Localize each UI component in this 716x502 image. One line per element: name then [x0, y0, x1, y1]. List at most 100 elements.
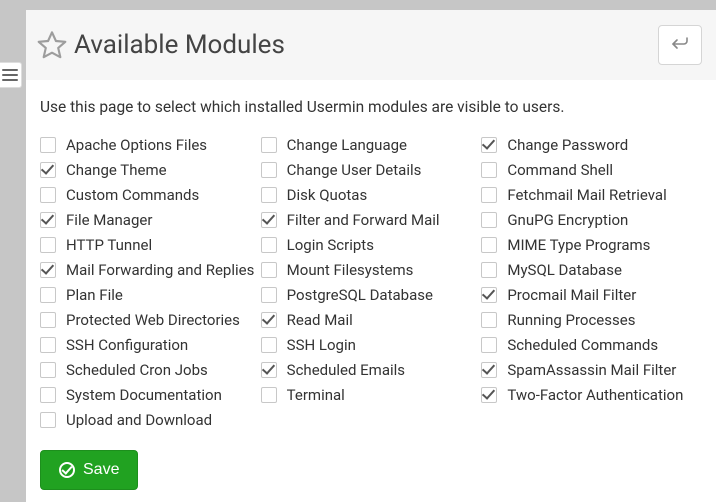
module-checkbox[interactable] [481, 162, 497, 178]
module-label: Disk Quotas [287, 186, 368, 204]
module-checkbox[interactable] [481, 137, 497, 153]
module-row[interactable]: Procmail Mail Filter [481, 282, 702, 307]
module-row[interactable]: Read Mail [261, 307, 482, 332]
module-row[interactable]: Disk Quotas [261, 182, 482, 207]
module-row[interactable]: Fetchmail Mail Retrieval [481, 182, 702, 207]
module-checkbox[interactable] [40, 412, 56, 428]
module-row[interactable]: Scheduled Emails [261, 357, 482, 382]
module-row[interactable]: MIME Type Programs [481, 232, 702, 257]
module-checkbox[interactable] [481, 187, 497, 203]
module-checkbox[interactable] [40, 387, 56, 403]
module-label: Change Language [287, 136, 407, 154]
module-row[interactable]: Scheduled Cron Jobs [40, 357, 261, 382]
module-checkbox[interactable] [481, 362, 497, 378]
module-checkbox[interactable] [40, 287, 56, 303]
module-label: Scheduled Commands [507, 336, 658, 354]
module-checkbox[interactable] [481, 237, 497, 253]
module-column-3: Change Password Command Shell Fetchmail Ma… [481, 132, 702, 432]
check-circle-icon [59, 462, 75, 478]
module-label: Command Shell [507, 161, 613, 179]
module-row[interactable]: Apache Options Files [40, 132, 261, 157]
module-row[interactable]: Scheduled Commands [481, 332, 702, 357]
module-row[interactable]: SSH Login [261, 332, 482, 357]
module-checkbox[interactable] [40, 262, 56, 278]
module-row[interactable]: Change User Details [261, 157, 482, 182]
module-row[interactable]: Custom Commands [40, 182, 261, 207]
module-label: Fetchmail Mail Retrieval [507, 186, 666, 204]
module-label: HTTP Tunnel [66, 236, 152, 254]
module-label: Custom Commands [66, 186, 199, 204]
module-checkbox[interactable] [40, 212, 56, 228]
module-row[interactable]: Filter and Forward Mail [261, 207, 482, 232]
module-label: Plan File [66, 286, 123, 304]
module-checkbox[interactable] [261, 362, 277, 378]
module-row[interactable]: Change Language [261, 132, 482, 157]
module-row[interactable]: MySQL Database [481, 257, 702, 282]
module-row[interactable]: Upload and Download [40, 407, 261, 432]
module-label: PostgreSQL Database [287, 286, 433, 304]
module-column-2: Change Language Change User Details Disk Q… [261, 132, 482, 432]
module-checkbox[interactable] [261, 337, 277, 353]
module-checkbox[interactable] [40, 187, 56, 203]
module-label: Mail Forwarding and Replies [66, 261, 254, 279]
module-checkbox[interactable] [481, 287, 497, 303]
back-button[interactable] [658, 25, 702, 65]
module-row[interactable]: Protected Web Directories [40, 307, 261, 332]
module-row[interactable]: Plan File [40, 282, 261, 307]
module-checkbox[interactable] [261, 387, 277, 403]
module-row[interactable]: Login Scripts [261, 232, 482, 257]
module-row[interactable]: SpamAssassin Mail Filter [481, 357, 702, 382]
save-button[interactable]: Save [40, 450, 138, 490]
module-row[interactable]: Command Shell [481, 157, 702, 182]
module-checkbox[interactable] [481, 212, 497, 228]
module-checkbox[interactable] [40, 312, 56, 328]
module-checkbox[interactable] [40, 237, 56, 253]
module-checkbox[interactable] [261, 237, 277, 253]
module-row[interactable]: Change Password [481, 132, 702, 157]
module-row[interactable]: Two-Factor Authentication [481, 382, 702, 407]
module-label: MySQL Database [507, 261, 622, 279]
module-label: Scheduled Emails [287, 361, 405, 379]
module-checkbox[interactable] [40, 362, 56, 378]
module-checkbox[interactable] [261, 212, 277, 228]
module-label: Read Mail [287, 311, 353, 329]
module-row[interactable]: GnuPG Encryption [481, 207, 702, 232]
module-checkbox[interactable] [481, 337, 497, 353]
page-title: Available Modules [74, 30, 658, 60]
module-label: SSH Login [287, 336, 356, 354]
panel-body: Use this page to select which installed … [26, 80, 716, 502]
module-checkbox[interactable] [261, 187, 277, 203]
module-row[interactable]: HTTP Tunnel [40, 232, 261, 257]
page-description: Use this page to select which installed … [40, 98, 702, 116]
module-row[interactable]: Mail Forwarding and Replies [40, 257, 261, 282]
module-label: Change Theme [66, 161, 167, 179]
module-label: Apache Options Files [66, 136, 207, 154]
module-row[interactable]: File Manager [40, 207, 261, 232]
menu-toggle-button[interactable] [0, 62, 22, 88]
module-label: Login Scripts [287, 236, 374, 254]
module-label: Change User Details [287, 161, 422, 179]
module-row[interactable]: System Documentation [40, 382, 261, 407]
favorite-button[interactable] [36, 29, 68, 61]
module-checkbox[interactable] [40, 337, 56, 353]
module-label: System Documentation [66, 386, 222, 404]
module-checkbox[interactable] [261, 137, 277, 153]
module-checkbox[interactable] [261, 287, 277, 303]
module-row[interactable]: Mount Filesystems [261, 257, 482, 282]
module-row[interactable]: PostgreSQL Database [261, 282, 482, 307]
module-row[interactable]: Change Theme [40, 157, 261, 182]
module-checkbox[interactable] [40, 137, 56, 153]
module-checkbox[interactable] [481, 387, 497, 403]
module-checkbox[interactable] [481, 312, 497, 328]
module-checkbox[interactable] [261, 312, 277, 328]
module-checkbox[interactable] [481, 262, 497, 278]
module-checkbox[interactable] [261, 162, 277, 178]
module-checkbox[interactable] [261, 262, 277, 278]
module-label: Terminal [287, 386, 345, 404]
main-panel: Available Modules Use this page to selec… [26, 10, 716, 502]
module-row[interactable]: Terminal [261, 382, 482, 407]
module-label: Procmail Mail Filter [507, 286, 636, 304]
module-checkbox[interactable] [40, 162, 56, 178]
module-row[interactable]: SSH Configuration [40, 332, 261, 357]
module-row[interactable]: Running Processes [481, 307, 702, 332]
